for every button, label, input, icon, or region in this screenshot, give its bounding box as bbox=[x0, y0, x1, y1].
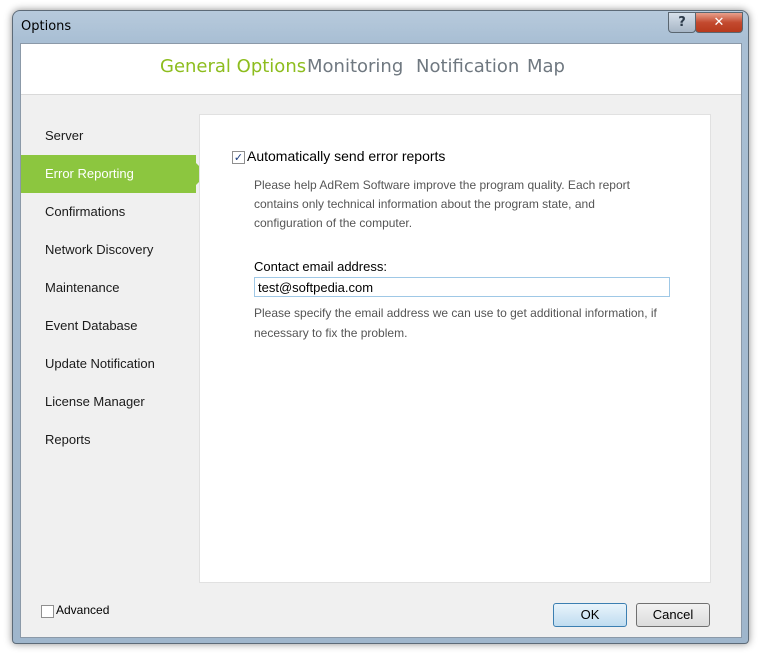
sidebar-item-label: Confirmations bbox=[45, 204, 126, 219]
cancel-button[interactable]: Cancel bbox=[636, 603, 710, 627]
sidebar-item-reports[interactable]: Reports bbox=[21, 421, 196, 459]
sidebar-item-server[interactable]: Server bbox=[21, 117, 196, 155]
auto-send-label[interactable]: Automatically send error reports bbox=[247, 148, 445, 164]
help-button[interactable]: ? bbox=[668, 12, 696, 33]
tab-map[interactable]: Map bbox=[527, 56, 565, 77]
sidebar-item-label: Server bbox=[45, 128, 84, 143]
sidebar-item-label: Error Reporting bbox=[45, 166, 134, 181]
auto-send-checkbox[interactable]: ✓ bbox=[232, 151, 245, 164]
email-help-line: necessary to fix the problem. bbox=[254, 326, 408, 340]
email-field[interactable] bbox=[254, 277, 670, 297]
advanced-label[interactable]: Advanced bbox=[56, 603, 109, 617]
sidebar-item-label: License Manager bbox=[45, 394, 145, 409]
tab-monitoring[interactable]: Monitoring bbox=[307, 56, 403, 77]
description-line: Please help AdRem Software improve the p… bbox=[254, 178, 630, 192]
dialog-client-area: General Options Monitoring Notification … bbox=[20, 43, 742, 638]
sidebar-item-maintenance[interactable]: Maintenance bbox=[21, 269, 196, 307]
email-label: Contact email address: bbox=[254, 259, 387, 274]
sidebar-item-label: Maintenance bbox=[45, 280, 120, 295]
close-icon: ✕ bbox=[713, 15, 725, 30]
ok-button[interactable]: OK bbox=[553, 603, 627, 627]
sidebar-item-license-manager[interactable]: License Manager bbox=[21, 383, 196, 421]
tab-notification[interactable]: Notification bbox=[416, 56, 519, 77]
sidebar-item-label: Update Notification bbox=[45, 356, 155, 371]
advanced-checkbox[interactable] bbox=[41, 605, 54, 618]
window-title: Options bbox=[21, 19, 72, 34]
error-reporting-panel: ✓ Automatically send error reports Pleas… bbox=[199, 114, 711, 583]
sidebar-item-label: Network Discovery bbox=[45, 242, 154, 257]
sidebar-item-confirmations[interactable]: Confirmations bbox=[21, 193, 196, 231]
sidebar-item-label: Reports bbox=[45, 432, 91, 447]
sidebar-item-network-discovery[interactable]: Network Discovery bbox=[21, 231, 196, 269]
close-button[interactable]: ✕ bbox=[695, 12, 743, 33]
email-help-line: Please specify the email address we can … bbox=[254, 306, 657, 320]
options-window: Options ? ✕ General Options Monitoring N… bbox=[12, 10, 749, 644]
sidebar-item-label: Event Database bbox=[45, 318, 138, 333]
description-line: configuration of the computer. bbox=[254, 216, 413, 230]
sidebar-item-error-reporting[interactable]: Error Reporting bbox=[21, 155, 207, 193]
sidebar-item-update-notification[interactable]: Update Notification bbox=[21, 345, 196, 383]
tab-bar: General Options Monitoring Notification … bbox=[21, 44, 741, 95]
help-icon: ? bbox=[678, 15, 686, 30]
description-line: contains only technical information abou… bbox=[254, 197, 595, 211]
sidebar-item-event-database[interactable]: Event Database bbox=[21, 307, 196, 345]
tab-general-options[interactable]: General Options bbox=[160, 56, 306, 77]
